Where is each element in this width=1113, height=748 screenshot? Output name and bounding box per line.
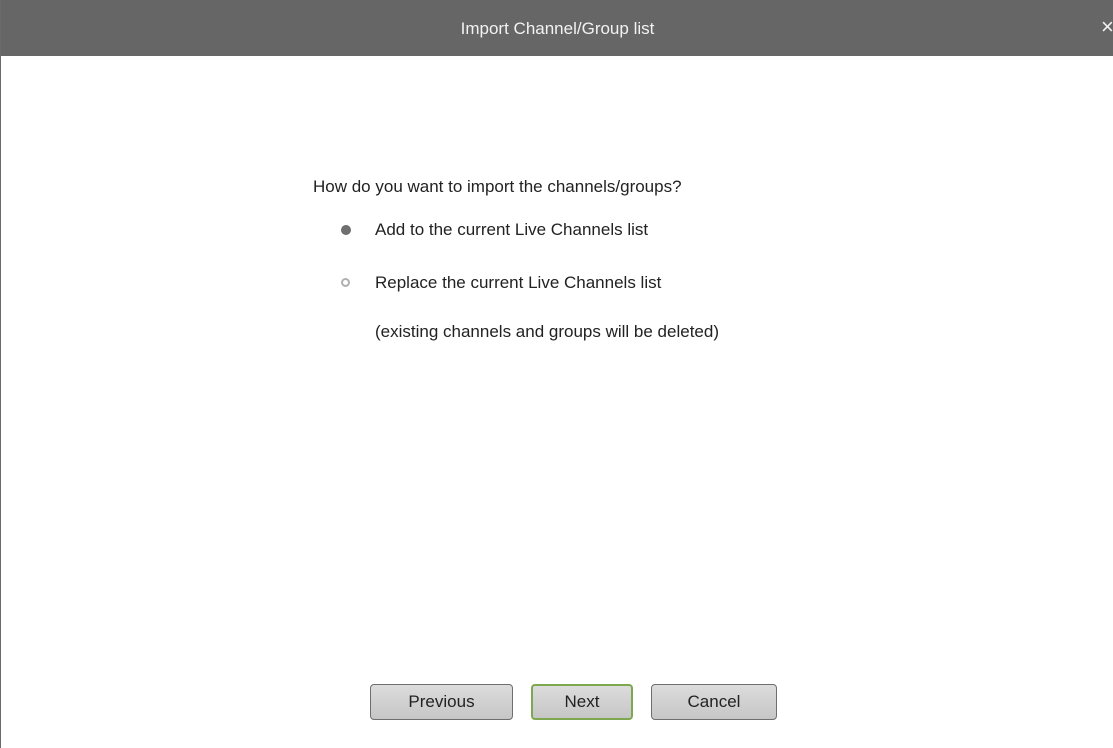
option-replace-list[interactable]: Replace the current Live Channels list: [335, 273, 775, 295]
replace-warning-note: (existing channels and groups will be de…: [375, 322, 719, 341]
option-replace-label: Replace the current Live Channels list: [375, 273, 662, 292]
option-add-label: Add to the current Live Channels list: [375, 220, 649, 239]
next-button[interactable]: Next: [531, 684, 633, 720]
option-add-to-list[interactable]: Add to the current Live Channels list: [335, 220, 755, 242]
cancel-button[interactable]: Cancel: [651, 684, 777, 720]
previous-button[interactable]: Previous: [370, 684, 513, 720]
dialog-titlebar: Import Channel/Group list ×: [1, 0, 1113, 56]
radio-unselected-icon[interactable]: [341, 278, 350, 287]
import-question: How do you want to import the channels/g…: [313, 177, 682, 196]
dialog-title: Import Channel/Group list: [460, 19, 655, 38]
close-icon[interactable]: ×: [1101, 16, 1113, 38]
radio-selected-icon[interactable]: [341, 225, 351, 235]
import-dialog: Import Channel/Group list × How do you w…: [0, 0, 1113, 748]
